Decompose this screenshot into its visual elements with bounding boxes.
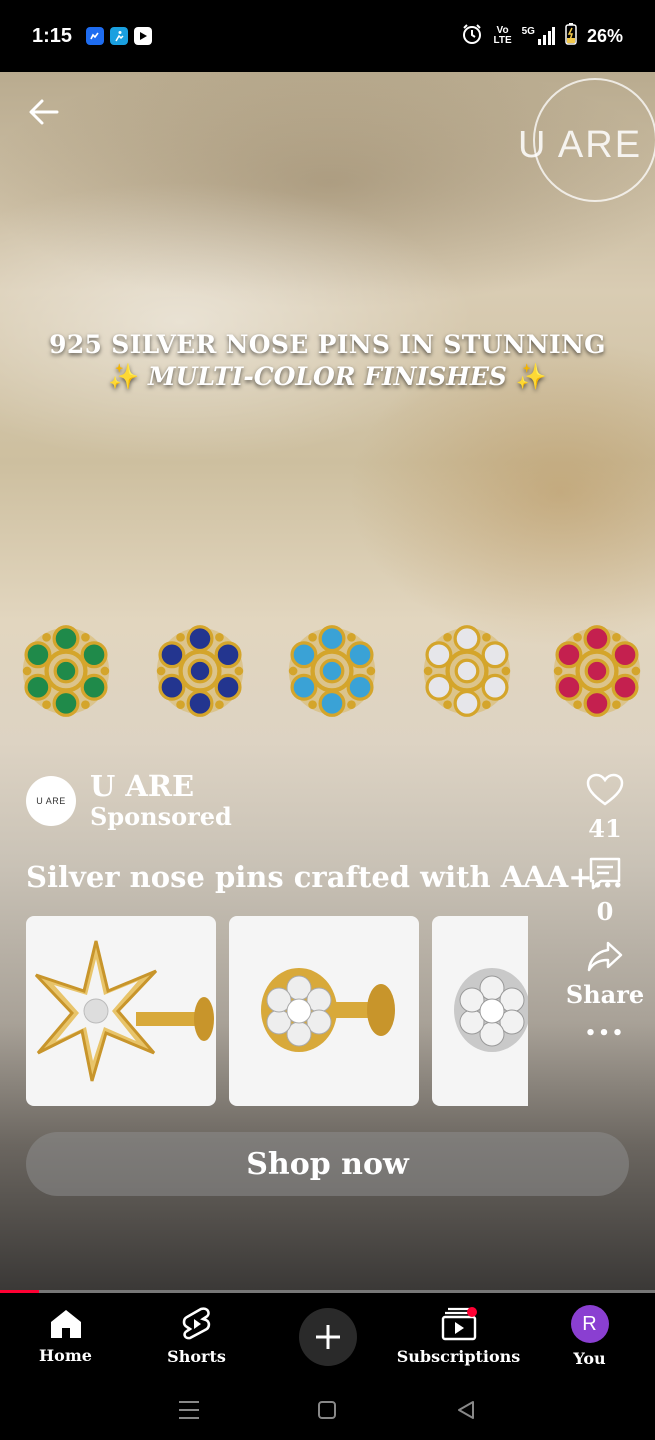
pin-center-stone <box>53 658 79 684</box>
status-bar: 1:15 Vo LTE 5G 26% <box>0 0 655 72</box>
square-icon <box>318 1401 337 1419</box>
home-icon <box>50 1310 81 1338</box>
nav-you[interactable]: R You <box>524 1293 655 1380</box>
recents-button[interactable] <box>169 1390 209 1430</box>
heart-icon <box>585 770 625 810</box>
shop-now-button[interactable]: Shop now <box>26 1132 629 1196</box>
shorts-icon <box>182 1307 210 1340</box>
channel-name[interactable]: U ARE <box>90 770 232 802</box>
comment-icon <box>585 853 625 893</box>
plus-icon <box>315 1324 340 1349</box>
cluster-nose-pin-image <box>261 968 395 1052</box>
pin-stone <box>583 689 611 717</box>
pin-stone <box>186 625 214 653</box>
battery-percent: 26% <box>586 25 623 46</box>
pin-stone <box>186 689 214 717</box>
nose-pin-green <box>22 625 110 717</box>
youtube-icon <box>134 27 153 45</box>
brand-watermark: U ARE <box>518 124 643 166</box>
nose-pin-white <box>423 625 511 717</box>
alarm-icon <box>461 23 483 50</box>
nav-create[interactable] <box>262 1293 393 1380</box>
product-card[interactable] <box>229 916 419 1106</box>
like-button[interactable]: 41 <box>560 770 650 843</box>
profile-avatar: R <box>570 1305 609 1343</box>
sparkle-icon: ✨ <box>108 362 140 391</box>
pin-stone <box>453 689 481 717</box>
pin-center-stone <box>187 658 213 684</box>
nav-shorts-label: Shorts <box>167 1347 226 1366</box>
action-column: 41 0 Share ••• <box>560 770 650 1054</box>
pin-stone <box>318 689 346 717</box>
comment-button[interactable]: 0 <box>560 853 650 926</box>
subscriptions-icon <box>441 1307 477 1341</box>
nav-subscriptions-label: Subscriptions <box>396 1347 521 1366</box>
back-system-button[interactable] <box>446 1390 486 1430</box>
channel-avatar[interactable]: U ARE <box>26 776 76 826</box>
channel-info[interactable]: U ARE U ARE Sponsored <box>26 770 232 832</box>
nav-you-label: You <box>573 1349 606 1368</box>
more-icon: ••• <box>584 1023 626 1044</box>
pin-center-stone <box>454 658 480 684</box>
status-time: 1:15 <box>32 24 73 47</box>
signal-icon: 5G <box>522 27 555 45</box>
volte-bottom: LTE <box>493 35 512 46</box>
pin-center-stone <box>319 658 345 684</box>
back-arrow-icon <box>29 99 59 125</box>
headline-line1: 925 SILVER NOSE PINS IN STUNNING <box>49 330 606 359</box>
nav-home-label: Home <box>39 1346 92 1365</box>
short-video[interactable]: U ARE 925 SILVER NOSE PINS IN STUNNING ✨… <box>0 72 655 1292</box>
nav-shorts[interactable]: Shorts <box>131 1293 262 1380</box>
status-right-icons: Vo LTE 5G 26% <box>461 22 623 50</box>
pin-stone <box>52 689 80 717</box>
product-card[interactable] <box>26 916 216 1106</box>
nose-pin-aqua <box>288 625 376 717</box>
nose-pin-blue <box>156 625 244 717</box>
product-card[interactable] <box>432 916 528 1106</box>
nose-pin-pink <box>553 625 641 717</box>
bottom-nav: Home Shorts Subscriptions R You <box>0 1293 655 1380</box>
sparkle-icon: ✨ <box>515 362 547 391</box>
sponsored-label: Sponsored <box>90 802 232 831</box>
pin-center-stone <box>584 658 610 684</box>
share-icon <box>585 936 625 976</box>
volte-indicator: Vo LTE <box>493 26 511 46</box>
pin-stone <box>52 625 80 653</box>
triangle-back-icon <box>457 1401 474 1419</box>
create-button[interactable] <box>298 1307 357 1366</box>
messenger-icon <box>86 27 105 45</box>
product-carousel[interactable] <box>26 916 528 1108</box>
more-options-button[interactable]: ••• <box>560 1019 650 1044</box>
ad-caption[interactable]: Silver nose pins crafted with AAA+... <box>26 860 623 894</box>
notification-icons <box>86 27 153 45</box>
headline-line2: ✨ MULTI-COLOR FINISHES ✨ <box>0 362 655 392</box>
flower-nose-pin-image <box>34 940 214 1082</box>
channel-text: U ARE Sponsored <box>90 770 232 832</box>
silver-nose-pin-image <box>454 968 528 1052</box>
home-system-button[interactable] <box>307 1390 347 1430</box>
back-button[interactable] <box>26 94 62 130</box>
pin-stone <box>583 625 611 653</box>
system-nav-bar <box>0 1380 655 1440</box>
nose-pins-image <box>0 617 655 747</box>
network-type: 5G <box>521 26 535 37</box>
share-label: Share <box>565 980 645 1009</box>
nav-subscriptions[interactable]: Subscriptions <box>393 1293 524 1380</box>
battery-icon <box>565 22 577 50</box>
headline-line2-text: MULTI-COLOR FINISHES <box>148 362 507 391</box>
fitness-icon <box>110 27 129 45</box>
share-button[interactable]: Share <box>560 936 650 1009</box>
pin-stone <box>318 625 346 653</box>
pin-stone <box>453 625 481 653</box>
like-count: 41 <box>588 814 622 843</box>
nav-home[interactable]: Home <box>0 1293 131 1380</box>
comment-count: 0 <box>596 897 614 926</box>
menu-icon <box>179 1401 200 1419</box>
